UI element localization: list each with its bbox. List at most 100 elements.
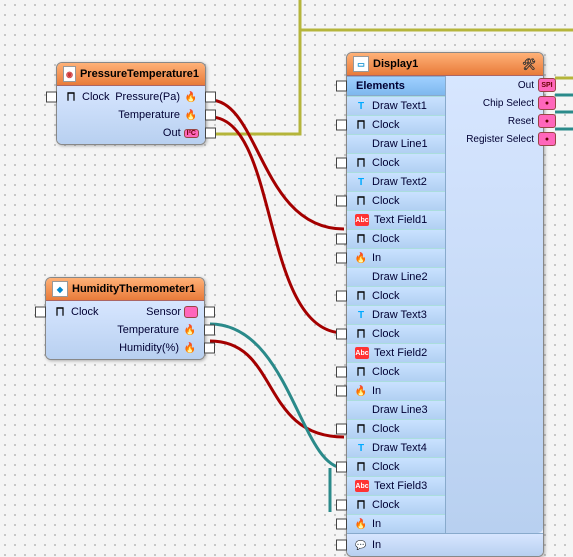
port-label: Temperature <box>115 109 183 121</box>
fire-icon <box>185 109 197 121</box>
port-element-clock[interactable]: Clock <box>347 229 445 248</box>
pin-in[interactable] <box>336 386 347 397</box>
port-label: Clock <box>369 366 403 378</box>
element-name: Draw Text3 <box>369 309 430 321</box>
port-temperature-out[interactable]: Temperature <box>46 321 204 339</box>
wrench-icon[interactable] <box>523 58 535 70</box>
pin-in[interactable] <box>336 367 347 378</box>
port-element-clock[interactable]: Clock <box>347 362 445 381</box>
port-label: Clock <box>369 328 403 340</box>
port-register-select[interactable]: Register Select ● <box>446 130 543 148</box>
pin-in[interactable] <box>336 81 347 92</box>
spi-badge: SPI <box>538 78 556 92</box>
display-element-header[interactable]: Draw Line1 <box>347 134 445 153</box>
fire-icon <box>355 252 367 264</box>
pin-in[interactable] <box>336 329 347 340</box>
port-bus-out[interactable]: Out I²C <box>57 124 205 142</box>
port-element-clock[interactable]: Clock <box>347 324 445 343</box>
text-icon <box>355 309 367 321</box>
node-pressure-temperature[interactable]: ◉ PressureTemperature1 Clock Pressure(Pa… <box>56 62 206 145</box>
line-icon <box>355 138 367 150</box>
port-element-in[interactable]: In <box>347 514 445 533</box>
node-title[interactable]: ◆ HumidityThermometer1 <box>46 278 204 301</box>
port-element-clock[interactable]: Clock <box>347 419 445 438</box>
diagram-canvas[interactable]: ◉ PressureTemperature1 Clock Pressure(Pa… <box>0 0 573 512</box>
pin-in[interactable] <box>336 519 347 530</box>
display-element-header[interactable]: Text Field1 <box>347 210 445 229</box>
pin-in[interactable] <box>336 196 347 207</box>
pin-in[interactable] <box>336 540 347 551</box>
i2c-badge: I²C <box>184 129 199 138</box>
port-label: Humidity(%) <box>116 342 182 354</box>
port-label: Out <box>160 127 184 139</box>
port-element-in[interactable]: In <box>347 381 445 400</box>
clock-icon <box>355 290 367 302</box>
port-display-in[interactable]: 💬 In <box>347 536 543 554</box>
port-out[interactable]: Out SPI <box>446 76 543 94</box>
display-element-header[interactable]: Draw Text1 <box>347 96 445 115</box>
port-element-clock[interactable]: Clock <box>347 115 445 134</box>
element-name: Draw Line1 <box>369 138 431 150</box>
element-name: Draw Line3 <box>369 404 431 416</box>
port-element-clock[interactable]: Clock <box>347 191 445 210</box>
elements-header-label: Elements <box>353 80 408 92</box>
pin-in[interactable] <box>336 234 347 245</box>
display-element-header[interactable]: Text Field2 <box>347 343 445 362</box>
port-humidity-out[interactable]: Humidity(%) <box>46 339 204 357</box>
pin-in[interactable] <box>336 500 347 511</box>
pin-in[interactable] <box>336 462 347 473</box>
line-icon <box>355 404 367 416</box>
pin-out[interactable] <box>204 325 215 336</box>
display-element-header[interactable]: Text Field3 <box>347 476 445 495</box>
node-title[interactable]: ◉ PressureTemperature1 <box>57 63 205 86</box>
port-chip-select[interactable]: Chip Select ● <box>446 94 543 112</box>
text-field-icon <box>355 480 369 492</box>
text-field-icon <box>355 347 369 359</box>
pin-in[interactable] <box>46 92 57 103</box>
pin-in[interactable] <box>336 158 347 169</box>
pin-out[interactable] <box>205 92 216 103</box>
pin-in[interactable] <box>35 307 46 318</box>
pin-out[interactable] <box>204 343 215 354</box>
display-element-header[interactable]: Draw Text4 <box>347 438 445 457</box>
port-element-in[interactable]: In <box>347 248 445 267</box>
node-title[interactable]: ▭ Display1 <box>347 53 543 76</box>
pin-in[interactable] <box>336 424 347 435</box>
port-element-clock[interactable]: Clock <box>347 457 445 476</box>
display-element-header[interactable]: Draw Line2 <box>347 267 445 286</box>
port-element-clock[interactable]: Clock <box>347 286 445 305</box>
display-element-header[interactable]: Draw Line3 <box>347 400 445 419</box>
port-pressure-out[interactable]: Pressure(Pa) <box>57 88 205 106</box>
text-field-icon <box>355 214 369 226</box>
port-element-clock[interactable]: Clock <box>347 495 445 514</box>
element-name: Draw Text4 <box>369 442 430 454</box>
clock-icon <box>355 366 367 378</box>
port-sensor-out[interactable]: Sensor <box>46 303 204 321</box>
port-label: Clock <box>369 195 403 207</box>
fire-icon <box>184 342 196 354</box>
element-name: Draw Text2 <box>369 176 430 188</box>
pin-in[interactable] <box>336 120 347 131</box>
pin-badge: ● <box>538 132 556 146</box>
port-reset[interactable]: Reset ● <box>446 112 543 130</box>
line-icon <box>355 271 367 283</box>
pin-out[interactable] <box>205 128 216 139</box>
pin-in[interactable] <box>336 253 347 264</box>
elements-header[interactable]: Elements <box>347 76 445 96</box>
port-temperature-out[interactable]: Temperature <box>57 106 205 124</box>
pin-in[interactable] <box>336 291 347 302</box>
clock-icon <box>355 233 367 245</box>
fire-icon <box>185 91 197 103</box>
pin-out[interactable] <box>205 110 216 121</box>
port-label: Out <box>515 80 537 91</box>
node-humidity-thermometer[interactable]: ◆ HumidityThermometer1 Clock Sensor Temp… <box>45 277 205 360</box>
display-element-header[interactable]: Draw Text3 <box>347 305 445 324</box>
pin-badge: ● <box>538 96 556 110</box>
node-display[interactable]: ▭ Display1 Elements Draw Text1ClockDraw … <box>346 52 544 557</box>
port-element-clock[interactable]: Clock <box>347 153 445 172</box>
port-label: Clock <box>369 233 403 245</box>
display-element-header[interactable]: Draw Text2 <box>347 172 445 191</box>
port-label: In <box>369 252 384 264</box>
element-name: Text Field2 <box>371 347 430 359</box>
pin-out[interactable] <box>204 307 215 318</box>
